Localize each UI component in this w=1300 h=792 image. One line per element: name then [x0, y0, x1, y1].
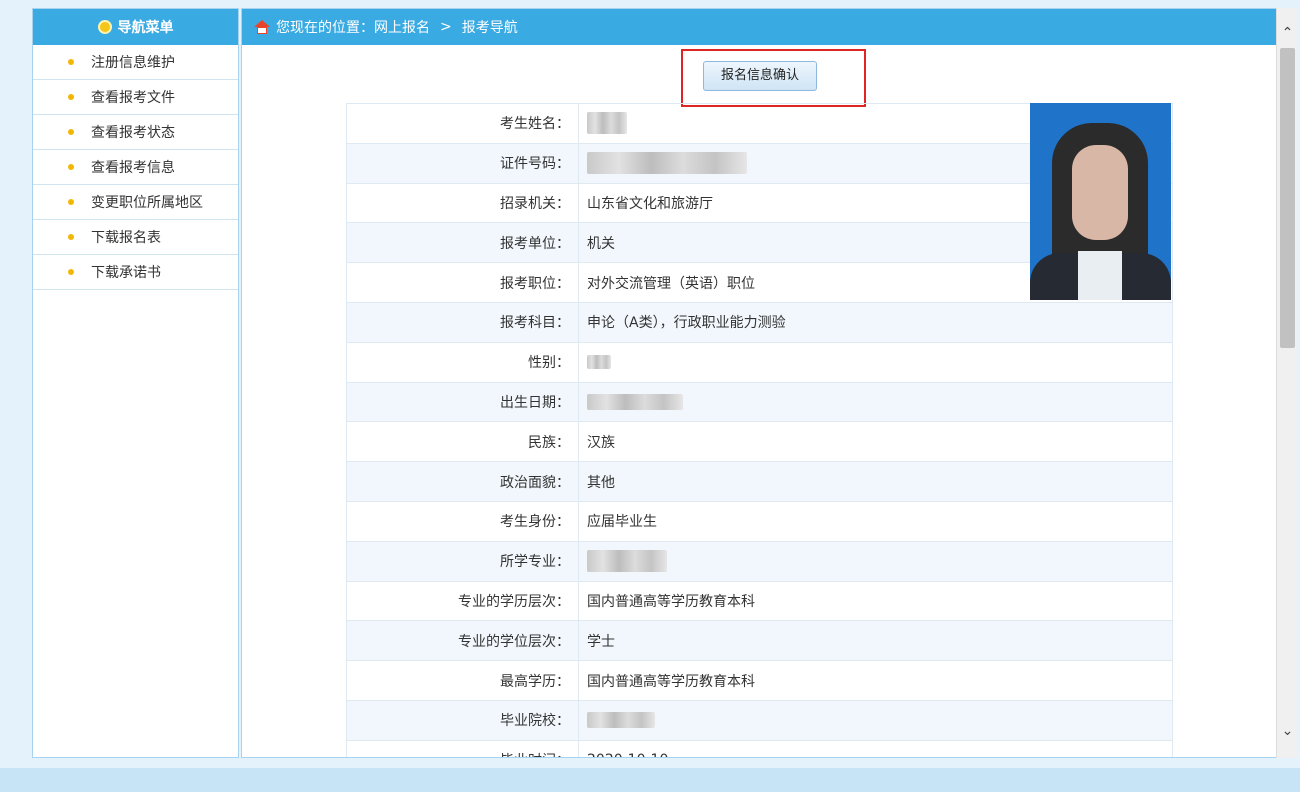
field-value [578, 341, 1173, 383]
field-value [578, 699, 1173, 741]
table-row: 毕业时间： 2020-10-10 [346, 739, 1173, 757]
breadcrumb: 您现在的位置：网上报名 > 报考导航 [242, 9, 1297, 45]
field-label: 毕业院校： [346, 699, 579, 741]
field-value: 应届毕业生 [578, 500, 1173, 542]
field-value: 2020-10-10 [578, 739, 1173, 757]
redacted-value [587, 112, 627, 135]
field-label: 考生身份： [346, 500, 579, 542]
applicant-photo [1030, 103, 1171, 300]
menu-badge-icon [97, 20, 112, 34]
table-row: 性别： [346, 341, 1173, 383]
bullet-icon [68, 94, 74, 100]
scroll-thumb[interactable] [1280, 48, 1295, 348]
scrollbar[interactable]: ⌃ ⌄ [1276, 8, 1298, 758]
bottom-band [0, 768, 1300, 792]
chevron-up-icon[interactable]: ⌃ [1277, 22, 1298, 44]
sidebar-item-download-pledge[interactable]: 下载承诺书 [33, 255, 238, 290]
field-label: 报考科目： [346, 301, 579, 343]
field-label: 民族： [346, 421, 579, 463]
breadcrumb-prefix: 您现在的位置：网上报名 [276, 20, 430, 36]
table-row: 民族： 汉族 [346, 421, 1173, 463]
redacted-value [587, 355, 611, 370]
field-label: 专业的学位层次： [346, 620, 579, 662]
field-value: 汉族 [578, 421, 1173, 463]
table-row: 专业的学位层次： 学士 [346, 620, 1173, 662]
bullet-icon [68, 164, 74, 170]
bullet-icon [68, 199, 74, 205]
sidebar-header: 导航菜单 [33, 9, 238, 45]
table-row: 出生日期： [346, 381, 1173, 423]
sidebar-title: 导航菜单 [117, 20, 174, 36]
bullet-icon [68, 129, 74, 135]
table-row: 毕业院校： [346, 699, 1173, 741]
field-label: 最高学历： [346, 660, 579, 701]
sidebar-item-label: 查看报考文件 [91, 90, 175, 106]
table-row: 所学专业： [346, 540, 1173, 582]
sidebar-item-change-region[interactable]: 变更职位所属地区 [33, 185, 238, 220]
field-value: 学士 [578, 620, 1173, 662]
home-icon [254, 20, 270, 34]
redacted-value [587, 393, 683, 410]
field-label: 毕业时间： [346, 739, 579, 757]
field-value [578, 540, 1173, 582]
field-label: 专业的学历层次： [346, 580, 579, 622]
bullet-icon [68, 59, 74, 65]
sidebar-item-label: 查看报考状态 [91, 125, 175, 141]
sidebar-item-view-files[interactable]: 查看报考文件 [33, 80, 238, 115]
field-value: 国内普通高等学历教育本科 [578, 660, 1173, 701]
field-label: 报考单位： [346, 222, 579, 264]
sidebar-item-label: 查看报考信息 [91, 160, 175, 176]
field-value [578, 381, 1173, 423]
sidebar-item-download-form[interactable]: 下载报名表 [33, 220, 238, 255]
field-label: 所学专业： [346, 540, 579, 582]
field-label: 报考职位： [346, 262, 579, 303]
sidebar-item-label: 下载报名表 [91, 230, 161, 246]
field-value: 其他 [578, 461, 1173, 502]
sidebar-item-view-status[interactable]: 查看报考状态 [33, 115, 238, 150]
field-label: 考生姓名： [346, 103, 579, 144]
redacted-value [587, 712, 655, 729]
table-row: 报考科目： 申论（A类），行政职业能力测验 [346, 301, 1173, 343]
confirm-info-button[interactable]: 报名信息确认 [703, 61, 817, 91]
sidebar-nav: 导航菜单 注册信息维护 查看报考文件 查看报考状态 查看报考信息 变更职位所属地… [32, 8, 239, 758]
chevron-down-icon[interactable]: ⌄ [1277, 720, 1298, 742]
sidebar-item-label: 下载承诺书 [91, 265, 161, 281]
bullet-icon [68, 269, 74, 275]
sidebar-item-label: 注册信息维护 [91, 55, 175, 71]
field-label: 证件号码： [346, 142, 579, 184]
main-panel: 您现在的位置：网上报名 > 报考导航 报名信息确认 考生姓名： 证件号码： 招录… [241, 8, 1298, 758]
field-label: 性别： [346, 341, 579, 383]
table-row: 政治面貌： 其他 [346, 461, 1173, 502]
sidebar-item-view-info[interactable]: 查看报考信息 [33, 150, 238, 185]
table-row: 专业的学历层次： 国内普通高等学历教育本科 [346, 580, 1173, 622]
field-label: 政治面貌： [346, 461, 579, 502]
field-label: 出生日期： [346, 381, 579, 423]
sidebar-item-label: 变更职位所属地区 [91, 195, 203, 211]
field-value: 国内普通高等学历教育本科 [578, 580, 1173, 622]
bullet-icon [68, 234, 74, 240]
sidebar-item-register-info[interactable]: 注册信息维护 [33, 45, 238, 80]
field-label: 招录机关： [346, 182, 579, 224]
redacted-value [587, 152, 747, 175]
table-row: 考生身份： 应届毕业生 [346, 500, 1173, 542]
breadcrumb-separator: > [440, 19, 452, 35]
redacted-value [587, 550, 667, 573]
table-row: 最高学历： 国内普通高等学历教育本科 [346, 660, 1173, 701]
field-value: 申论（A类），行政职业能力测验 [578, 301, 1173, 343]
breadcrumb-current: 报考导航 [461, 20, 518, 36]
